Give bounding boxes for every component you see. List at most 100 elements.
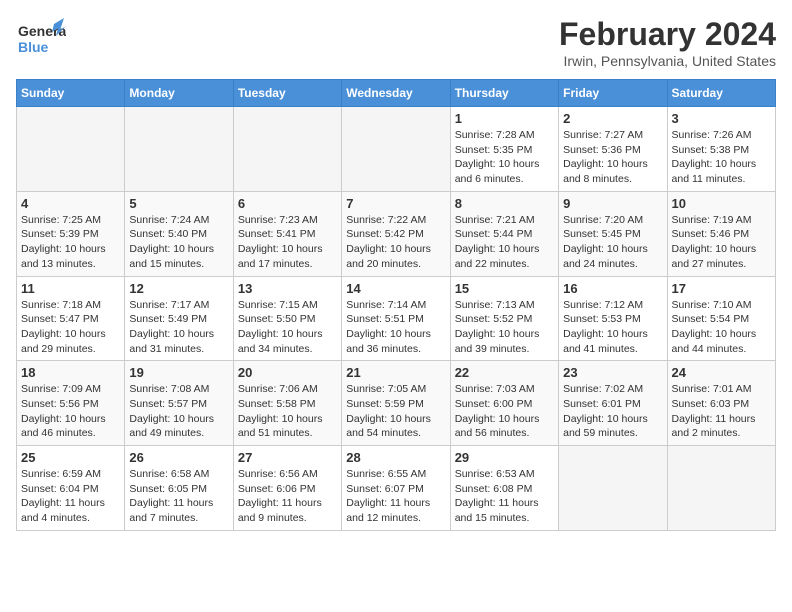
calendar-cell: 17Sunrise: 7:10 AM Sunset: 5:54 PM Dayli… [667, 276, 775, 361]
day-number: 20 [238, 365, 337, 380]
day-info: Sunrise: 7:17 AM Sunset: 5:49 PM Dayligh… [129, 298, 228, 357]
day-info: Sunrise: 6:56 AM Sunset: 6:06 PM Dayligh… [238, 467, 337, 526]
calendar-cell: 1Sunrise: 7:28 AM Sunset: 5:35 PM Daylig… [450, 107, 558, 192]
day-number: 6 [238, 196, 337, 211]
day-number: 23 [563, 365, 662, 380]
day-info: Sunrise: 7:20 AM Sunset: 5:45 PM Dayligh… [563, 213, 662, 272]
calendar-cell: 16 Sunrise: 7:12 AM Sunset: 5:53 PM Dayli… [559, 276, 667, 361]
day-info: Sunrise: 6:59 AM Sunset: 6:04 PM Dayligh… [21, 467, 120, 526]
calendar-cell: 4 Sunrise: 7:25 AM Sunset: 5:39 PM Daylig… [17, 191, 125, 276]
calendar-cell: 24Sunrise: 7:01 AM Sunset: 6:03 PM Dayli… [667, 361, 775, 446]
day-number: 21 [346, 365, 445, 380]
day-info: Sunrise: 7:19 AM Sunset: 5:46 PM Dayligh… [672, 213, 771, 272]
calendar-cell: 6 Sunrise: 7:23 AM Sunset: 5:41 PM Daylig… [233, 191, 341, 276]
calendar-cell: 18 Sunrise: 7:09 AM Sunset: 5:56 PM Dayli… [17, 361, 125, 446]
day-number: 4 [21, 196, 120, 211]
day-number: 27 [238, 450, 337, 465]
day-info: Sunrise: 7:12 AM Sunset: 5:53 PM Dayligh… [563, 298, 662, 357]
calendar-week-2: 4 Sunrise: 7:25 AM Sunset: 5:39 PM Daylig… [17, 191, 776, 276]
month-year-title: February 2024 [559, 16, 776, 53]
day-number: 26 [129, 450, 228, 465]
day-number: 2 [563, 111, 662, 126]
day-number: 17 [672, 281, 771, 296]
calendar-cell: 21 Sunrise: 7:05 AM Sunset: 5:59 PM Dayli… [342, 361, 450, 446]
day-info: Sunrise: 7:25 AM Sunset: 5:39 PM Dayligh… [21, 213, 120, 272]
calendar-cell: 23 Sunrise: 7:02 AM Sunset: 6:01 PM Dayli… [559, 361, 667, 446]
day-info: Sunrise: 7:03 AM Sunset: 6:00 PM Dayligh… [455, 382, 554, 441]
calendar-cell [17, 107, 125, 192]
calendar-week-1: 1Sunrise: 7:28 AM Sunset: 5:35 PM Daylig… [17, 107, 776, 192]
calendar-week-3: 11 Sunrise: 7:18 AM Sunset: 5:47 PM Dayli… [17, 276, 776, 361]
calendar-cell: 12 Sunrise: 7:17 AM Sunset: 5:49 PM Dayli… [125, 276, 233, 361]
day-info: Sunrise: 7:24 AM Sunset: 5:40 PM Dayligh… [129, 213, 228, 272]
calendar-cell: 15 Sunrise: 7:13 AM Sunset: 5:52 PM Dayli… [450, 276, 558, 361]
day-number: 13 [238, 281, 337, 296]
calendar-cell: 28Sunrise: 6:55 AM Sunset: 6:07 PM Dayli… [342, 446, 450, 531]
weekday-header-friday: Friday [559, 80, 667, 107]
day-info: Sunrise: 7:08 AM Sunset: 5:57 PM Dayligh… [129, 382, 228, 441]
calendar-cell: 19 Sunrise: 7:08 AM Sunset: 5:57 PM Dayli… [125, 361, 233, 446]
day-number: 18 [21, 365, 120, 380]
calendar-cell: 27 Sunrise: 6:56 AM Sunset: 6:06 PM Dayli… [233, 446, 341, 531]
day-info: Sunrise: 7:06 AM Sunset: 5:58 PM Dayligh… [238, 382, 337, 441]
calendar-cell [233, 107, 341, 192]
logo: General Blue [16, 16, 66, 61]
day-info: Sunrise: 7:27 AM Sunset: 5:36 PM Dayligh… [563, 128, 662, 187]
day-info: Sunrise: 6:53 AM Sunset: 6:08 PM Dayligh… [455, 467, 554, 526]
day-info: Sunrise: 6:58 AM Sunset: 6:05 PM Dayligh… [129, 467, 228, 526]
day-info: Sunrise: 7:28 AM Sunset: 5:35 PM Dayligh… [455, 128, 554, 187]
day-info: Sunrise: 7:26 AM Sunset: 5:38 PM Dayligh… [672, 128, 771, 187]
day-info: Sunrise: 6:55 AM Sunset: 6:07 PM Dayligh… [346, 467, 445, 526]
weekday-header-thursday: Thursday [450, 80, 558, 107]
calendar-cell [125, 107, 233, 192]
day-info: Sunrise: 7:02 AM Sunset: 6:01 PM Dayligh… [563, 382, 662, 441]
calendar-cell: 9Sunrise: 7:20 AM Sunset: 5:45 PM Daylig… [559, 191, 667, 276]
day-number: 7 [346, 196, 445, 211]
calendar-table: SundayMondayTuesdayWednesdayThursdayFrid… [16, 79, 776, 531]
calendar-cell: 3 Sunrise: 7:26 AM Sunset: 5:38 PM Daylig… [667, 107, 775, 192]
day-info: Sunrise: 7:13 AM Sunset: 5:52 PM Dayligh… [455, 298, 554, 357]
day-number: 5 [129, 196, 228, 211]
day-number: 25 [21, 450, 120, 465]
day-info: Sunrise: 7:14 AM Sunset: 5:51 PM Dayligh… [346, 298, 445, 357]
day-info: Sunrise: 7:05 AM Sunset: 5:59 PM Dayligh… [346, 382, 445, 441]
day-number: 16 [563, 281, 662, 296]
day-number: 3 [672, 111, 771, 126]
calendar-cell [667, 446, 775, 531]
calendar-week-5: 25 Sunrise: 6:59 AM Sunset: 6:04 PM Dayli… [17, 446, 776, 531]
calendar-cell: 8Sunrise: 7:21 AM Sunset: 5:44 PM Daylig… [450, 191, 558, 276]
svg-text:Blue: Blue [18, 39, 49, 55]
day-info: Sunrise: 7:01 AM Sunset: 6:03 PM Dayligh… [672, 382, 771, 441]
logo-icon: General Blue [16, 16, 66, 61]
weekday-header-saturday: Saturday [667, 80, 775, 107]
day-number: 15 [455, 281, 554, 296]
calendar-cell: 13 Sunrise: 7:15 AM Sunset: 5:50 PM Dayli… [233, 276, 341, 361]
calendar-cell: 5 Sunrise: 7:24 AM Sunset: 5:40 PM Daylig… [125, 191, 233, 276]
calendar-cell: 26 Sunrise: 6:58 AM Sunset: 6:05 PM Dayli… [125, 446, 233, 531]
day-info: Sunrise: 7:09 AM Sunset: 5:56 PM Dayligh… [21, 382, 120, 441]
calendar-cell: 7Sunrise: 7:22 AM Sunset: 5:42 PM Daylig… [342, 191, 450, 276]
day-info: Sunrise: 7:18 AM Sunset: 5:47 PM Dayligh… [21, 298, 120, 357]
calendar-cell [342, 107, 450, 192]
calendar-cell: 25 Sunrise: 6:59 AM Sunset: 6:04 PM Dayli… [17, 446, 125, 531]
weekday-header-monday: Monday [125, 80, 233, 107]
day-number: 10 [672, 196, 771, 211]
day-info: Sunrise: 7:23 AM Sunset: 5:41 PM Dayligh… [238, 213, 337, 272]
calendar-cell: 20 Sunrise: 7:06 AM Sunset: 5:58 PM Dayli… [233, 361, 341, 446]
calendar-cell: 11 Sunrise: 7:18 AM Sunset: 5:47 PM Dayli… [17, 276, 125, 361]
day-info: Sunrise: 7:15 AM Sunset: 5:50 PM Dayligh… [238, 298, 337, 357]
day-number: 12 [129, 281, 228, 296]
calendar-cell: 29Sunrise: 6:53 AM Sunset: 6:08 PM Dayli… [450, 446, 558, 531]
weekday-header-sunday: Sunday [17, 80, 125, 107]
day-number: 14 [346, 281, 445, 296]
calendar-cell: 2 Sunrise: 7:27 AM Sunset: 5:36 PM Daylig… [559, 107, 667, 192]
day-number: 11 [21, 281, 120, 296]
calendar-cell: 14 Sunrise: 7:14 AM Sunset: 5:51 PM Dayli… [342, 276, 450, 361]
calendar-cell: 10 Sunrise: 7:19 AM Sunset: 5:46 PM Dayli… [667, 191, 775, 276]
title-block: February 2024 Irwin, Pennsylvania, Unite… [559, 16, 776, 69]
location-text: Irwin, Pennsylvania, United States [559, 53, 776, 69]
page-header: General Blue February 2024 Irwin, Pennsy… [16, 16, 776, 69]
calendar-cell: 22Sunrise: 7:03 AM Sunset: 6:00 PM Dayli… [450, 361, 558, 446]
weekday-header-tuesday: Tuesday [233, 80, 341, 107]
day-number: 19 [129, 365, 228, 380]
